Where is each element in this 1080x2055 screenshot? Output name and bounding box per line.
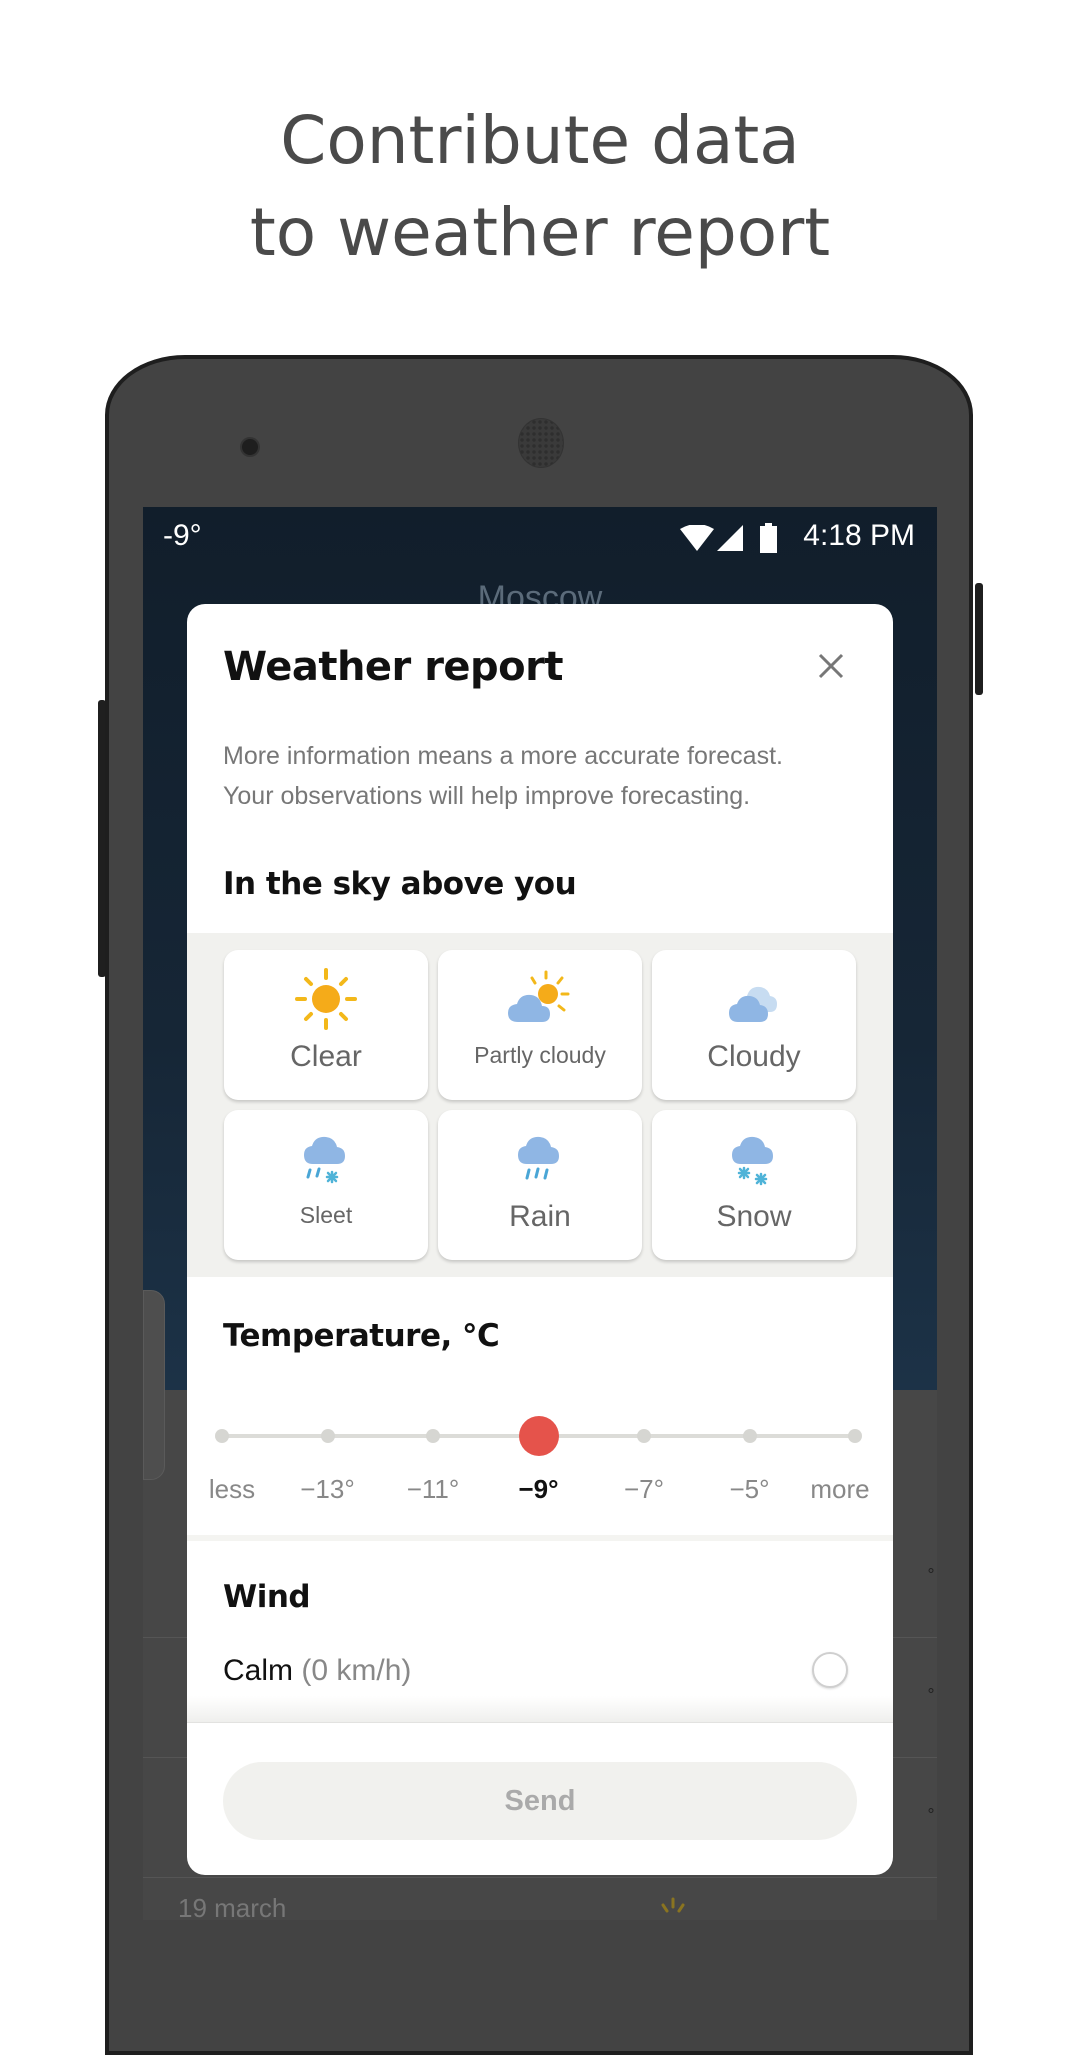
dialog-title: Weather report <box>223 644 564 690</box>
close-icon <box>818 653 844 679</box>
background-card <box>143 1290 165 1480</box>
slider-stop[interactable] <box>215 1429 229 1443</box>
front-camera-icon <box>240 437 260 457</box>
sky-option-label: Snow <box>716 1200 792 1233</box>
slider-label: −9° <box>518 1474 559 1504</box>
slider-stop[interactable] <box>848 1429 862 1443</box>
sleet-icon <box>304 1136 345 1184</box>
cellular-signal-icon <box>717 525 743 551</box>
background-list-divider <box>143 1877 937 1878</box>
sun-icon <box>295 968 357 1030</box>
partly-cloudy-icon <box>508 970 570 1022</box>
background-list-degree: ° <box>927 1805 935 1824</box>
wind-option-detail: (0 km/h) <box>301 1654 412 1687</box>
temperature-slider[interactable] <box>215 1414 862 1458</box>
wind-option-calm[interactable]: Calm (0 km/h) <box>223 1654 411 1688</box>
slider-label: more <box>810 1474 870 1504</box>
description-line-1: More information means a more accurate f… <box>223 742 783 770</box>
sky-option-clear[interactable]: Clear <box>224 950 428 1100</box>
snow-icon <box>732 1136 773 1186</box>
slider-label: −7° <box>623 1474 665 1504</box>
status-temperature: -9° <box>163 519 202 552</box>
status-time: 4:18 PM <box>803 519 915 552</box>
sky-options-grid: Clear Partly cloudy Cloudy Sleet Rain Sn… <box>187 933 893 1277</box>
background-list-degree: ° <box>927 1685 935 1704</box>
sky-option-label: Clear <box>290 1040 362 1073</box>
promo-headline: Contribute data to weather report <box>0 95 1080 279</box>
slider-stop[interactable] <box>637 1429 651 1443</box>
scroll-shadow <box>187 1696 893 1723</box>
sky-option-partly-cloudy[interactable]: Partly cloudy <box>438 950 642 1100</box>
slider-label: −5° <box>729 1474 770 1504</box>
status-bar: -9° 4:18 PM <box>143 507 937 567</box>
slider-stop[interactable] <box>426 1429 440 1443</box>
temperature-section-title: Temperature, °C <box>223 1318 500 1354</box>
sky-option-label: Sleet <box>299 1202 353 1228</box>
slider-stop[interactable] <box>320 1429 335 1443</box>
slider-stop[interactable] <box>742 1429 757 1443</box>
sky-section-title: In the sky above you <box>223 866 577 902</box>
sky-option-label: Cloudy <box>707 1040 801 1073</box>
sky-option-cloudy[interactable]: Cloudy <box>652 950 856 1100</box>
headline-line-2: to weather report <box>249 194 831 271</box>
headline-line-1: Contribute data <box>280 102 800 179</box>
close-button[interactable] <box>809 644 853 688</box>
description-line-2: Your observations will help improve fore… <box>223 782 751 810</box>
slider-label: −13° <box>300 1474 355 1504</box>
send-button[interactable]: Send <box>223 1762 857 1840</box>
battery-icon <box>760 523 777 553</box>
slider-thumb[interactable] <box>518 1416 559 1456</box>
phone-side-button-right <box>975 583 983 695</box>
earpiece-speaker-icon <box>518 418 564 468</box>
sky-option-rain[interactable]: Rain <box>438 1110 642 1260</box>
wind-section-title: Wind <box>223 1579 311 1615</box>
sky-option-sleet[interactable]: Sleet <box>224 1110 428 1260</box>
background-list-date: 19 march <box>178 1893 287 1920</box>
slider-label: less <box>208 1474 256 1504</box>
dialog-description: More information means a more accurate f… <box>223 736 863 816</box>
slider-label: −11° <box>406 1474 460 1504</box>
sky-option-label: Rain <box>509 1200 571 1233</box>
section-divider <box>187 1535 893 1541</box>
cloudy-icon <box>729 986 777 1022</box>
weather-report-dialog: Weather report More information means a … <box>187 604 893 1875</box>
sky-option-label: Partly cloudy <box>474 1042 606 1068</box>
sky-option-snow[interactable]: Snow <box>652 1110 856 1260</box>
wind-calm-radio[interactable] <box>812 1652 848 1688</box>
wind-option-label: Calm <box>223 1654 294 1687</box>
background-list-degree: ° <box>927 1565 935 1584</box>
background-sun-icon <box>661 1897 685 1913</box>
rain-icon <box>518 1136 559 1180</box>
wifi-icon <box>680 525 714 551</box>
